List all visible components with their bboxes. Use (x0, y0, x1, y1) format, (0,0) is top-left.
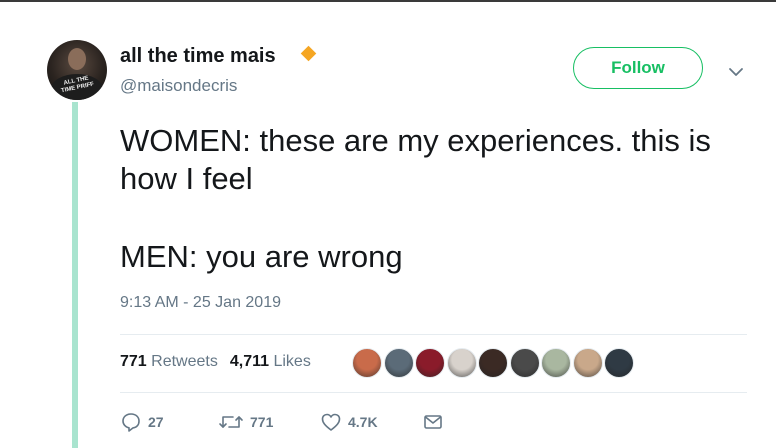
verified-badge-icon (300, 45, 317, 62)
retweet-count: 771 (250, 414, 274, 430)
heart-icon (320, 411, 342, 433)
tweet-text: WOMEN: these are my experiences. this is… (120, 122, 740, 276)
liker-avatar[interactable] (541, 348, 571, 378)
author-display-name[interactable]: all the time mais (120, 45, 276, 68)
liker-avatars (352, 348, 636, 378)
chevron-down-icon[interactable] (726, 62, 746, 82)
liker-avatar[interactable] (415, 348, 445, 378)
author-handle[interactable]: @maisondecris (120, 76, 237, 96)
tweet-line-men: MEN: you are wrong (120, 239, 403, 274)
retweets-label: Retweets (151, 353, 218, 370)
liker-avatar[interactable] (478, 348, 508, 378)
author-avatar[interactable]: ALL THE TIME PRIFF (47, 40, 107, 100)
reply-count: 27 (148, 414, 164, 430)
reply-action[interactable]: 27 (120, 410, 164, 434)
liker-avatar[interactable] (509, 348, 540, 378)
tweet-line-women: WOMEN: these are my experiences. this is… (120, 123, 711, 196)
divider (120, 334, 747, 335)
liker-avatar[interactable] (572, 348, 603, 378)
top-border (0, 0, 776, 2)
tweet-stats: 771 Retweets 4,711 Likes (120, 353, 311, 371)
tweet-timestamp[interactable]: 9:13 AM - 25 Jan 2019 (120, 294, 281, 312)
divider (120, 392, 747, 393)
likes-count: 4,711 (229, 353, 270, 370)
reply-icon (120, 411, 142, 433)
thread-line (72, 102, 78, 448)
tweet-page: ALL THE TIME PRIFF all the time mais @ma… (0, 0, 776, 448)
retweet-action[interactable]: 771 (218, 410, 273, 434)
retweets-count: 771 (120, 353, 147, 370)
follow-button-label: Follow (611, 58, 665, 77)
liker-avatar[interactable] (383, 348, 414, 378)
like-count: 4.7K (348, 414, 378, 430)
liker-avatar[interactable] (604, 348, 634, 378)
tweet-actions: 27 771 4.7K (120, 410, 460, 434)
likes-stat[interactable]: 4,711 Likes (230, 353, 311, 370)
avatar-face (68, 48, 86, 70)
envelope-icon (422, 411, 444, 433)
liker-avatar[interactable] (446, 348, 477, 378)
retweet-icon (218, 411, 244, 433)
follow-button[interactable]: Follow (573, 47, 703, 89)
liker-avatar[interactable] (352, 348, 382, 378)
direct-message-action[interactable] (422, 410, 444, 434)
likes-label: Likes (273, 353, 311, 370)
like-action[interactable]: 4.7K (320, 410, 378, 434)
retweets-stat[interactable]: 771 Retweets (120, 353, 218, 370)
